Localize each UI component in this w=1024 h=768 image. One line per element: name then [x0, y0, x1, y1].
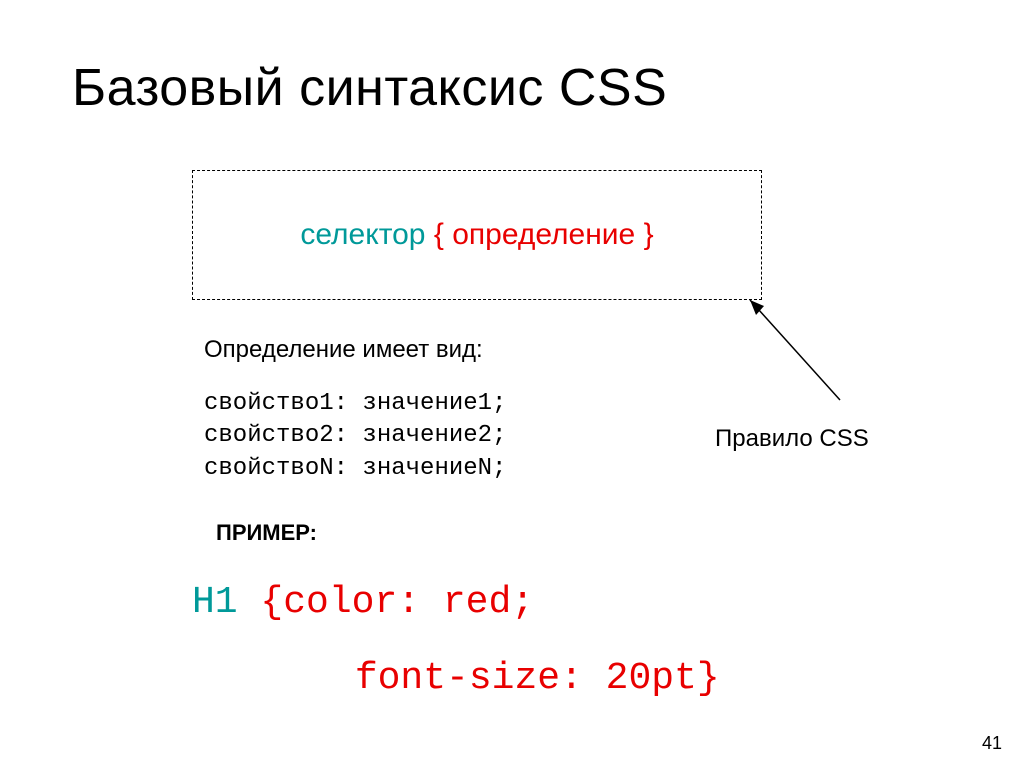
slide: Базовый синтаксис CSS селектор { определ…	[0, 0, 1024, 768]
arrow-icon	[710, 290, 860, 410]
rule-css-label: Правило CSS	[715, 425, 869, 453]
css-rule-syntax: селектор { определение }	[300, 218, 653, 252]
property-line: свойство2: значение2;	[204, 420, 506, 452]
definition-label: Определение имеет вид:	[204, 336, 483, 364]
css-rule-box: селектор { определение }	[192, 170, 762, 300]
example-decl-1: {color: red;	[260, 581, 534, 624]
example-line-2: font-size: 20pt}	[192, 641, 720, 717]
example-selector: H1	[192, 581, 238, 624]
definition-word: определение	[452, 218, 635, 251]
example-line-1: H1 {color: red;	[192, 565, 720, 641]
page-number: 41	[982, 733, 1002, 754]
slide-title: Базовый синтаксис CSS	[72, 58, 667, 118]
selector-word: селектор	[300, 218, 425, 251]
close-brace: }	[644, 218, 654, 251]
example-label: ПРИМЕР:	[216, 520, 317, 546]
open-brace: {	[434, 218, 444, 251]
example-decl-2: font-size: 20pt}	[355, 657, 720, 700]
example-code: H1 {color: red; font-size: 20pt}	[192, 565, 720, 717]
property-line: свойство1: значение1;	[204, 388, 506, 420]
property-list: свойство1: значение1; свойство2: значени…	[204, 388, 506, 485]
property-line: свойствоN: значениеN;	[204, 453, 506, 485]
